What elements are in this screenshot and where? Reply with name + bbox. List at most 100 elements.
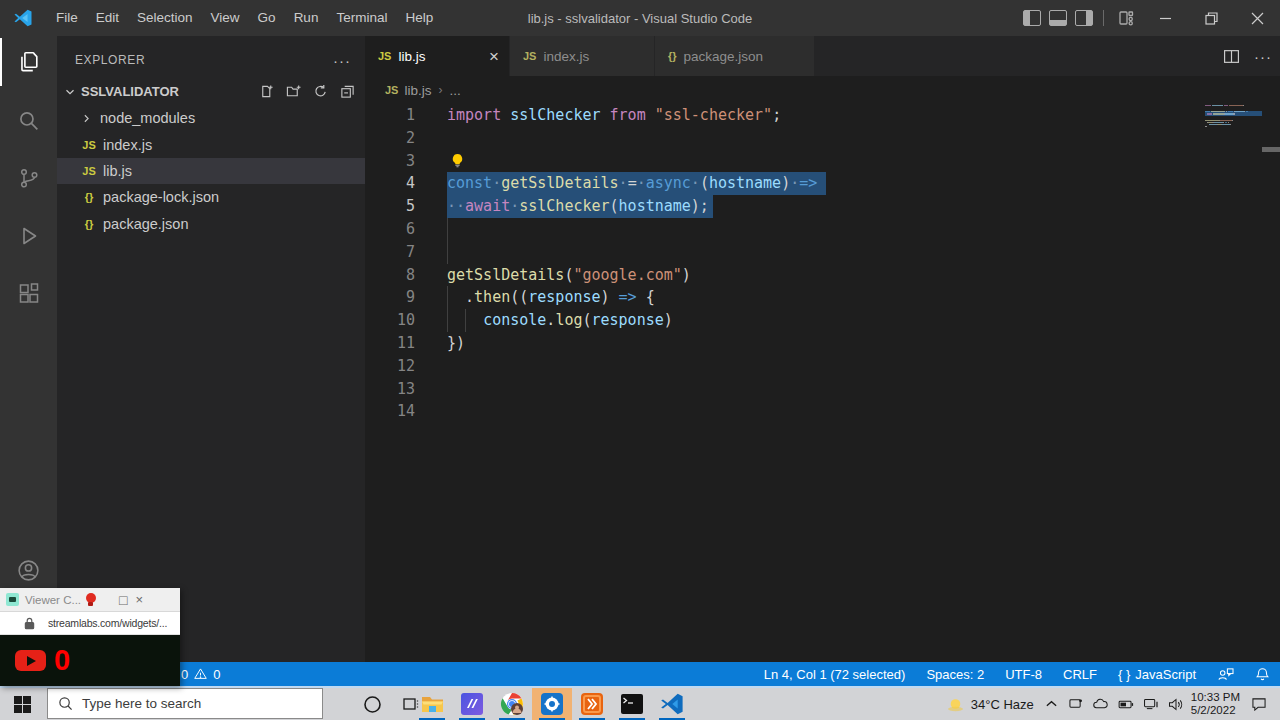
code-line-5: ··await·sslChecker(hostname); [447, 195, 709, 218]
battery-icon[interactable] [1118, 699, 1134, 710]
eol-sequence[interactable]: CRLF [1063, 667, 1097, 682]
menu-run[interactable]: Run [285, 0, 328, 36]
explorer-panel-title: EXPLORER [75, 53, 145, 67]
scrollbar-thumb[interactable] [1262, 147, 1280, 152]
file-tree-item-index.js[interactable]: JSindex.js [57, 131, 365, 157]
explorer-section-header[interactable]: SSLVALIDATOR [57, 78, 365, 105]
taskbar-app-xampp[interactable] [572, 688, 612, 720]
indent-guide [447, 286, 448, 332]
taskbar-app-chrome[interactable] [492, 688, 532, 720]
editor-more-actions-icon[interactable]: ··· [1254, 48, 1272, 65]
weather-text[interactable]: 34°C Haze [971, 697, 1034, 712]
breadcrumb[interactable]: JS lib.js › ... [365, 76, 1280, 104]
token: response [592, 311, 664, 329]
taskbar-app-file-explorer[interactable] [412, 688, 452, 720]
menu-go[interactable]: Go [249, 0, 285, 36]
tab-index.js[interactable]: JSindex.js [510, 36, 655, 76]
folder-label: node_modules [100, 110, 195, 126]
overlay-address-bar[interactable]: streamlabs.com/widgets/... [0, 612, 180, 635]
close-tab-icon[interactable]: × [475, 48, 499, 65]
toggle-secondary-sidebar-icon[interactable] [1075, 10, 1093, 26]
feedback-icon[interactable] [1217, 667, 1234, 682]
overlay-maximize-button[interactable]: □ [119, 592, 127, 608]
file-tree-item-package.json[interactable]: {}package.json [57, 211, 365, 237]
minimap-line [1224, 105, 1228, 106]
token: then [474, 288, 510, 306]
tab-lib.js[interactable]: JSlib.js× [365, 36, 510, 76]
errors-count[interactable]: 0 [181, 667, 188, 682]
split-editor-icon[interactable] [1223, 48, 1240, 65]
menu-bar: FileEditSelectionViewGoRunTerminalHelp [47, 0, 442, 36]
hidden-icons-chevron[interactable] [1045, 699, 1058, 709]
indent-guide [447, 218, 448, 264]
activity-source-control-icon[interactable] [0, 152, 57, 204]
minimap-line [1244, 111, 1245, 112]
overlay-title-bar[interactable]: Viewer C... □ × [0, 588, 180, 612]
refresh-icon[interactable] [313, 84, 328, 99]
activity-explorer-icon[interactable] [0, 36, 57, 88]
menu-file[interactable]: File [47, 0, 87, 36]
collapse-folders-icon[interactable] [340, 84, 355, 99]
code-line-11: }) [447, 332, 465, 355]
new-file-icon[interactable] [259, 84, 274, 99]
token: ) [664, 311, 673, 329]
taskbar-app-vscode[interactable] [652, 688, 692, 720]
cursor-position[interactable]: Ln 4, Col 1 (72 selected) [764, 667, 906, 682]
notifications-bell-icon[interactable] [1255, 667, 1270, 682]
activity-search-icon[interactable] [0, 94, 57, 146]
activity-run-debug-icon[interactable] [0, 210, 57, 262]
start-button[interactable] [14, 696, 31, 713]
action-center-icon[interactable] [1251, 697, 1267, 711]
line-number: 11 [365, 332, 415, 355]
js-file-icon: JS [80, 165, 98, 177]
activity-extensions-icon[interactable] [0, 268, 57, 320]
breadcrumb-more[interactable]: ... [449, 83, 460, 98]
taskbar-search-input[interactable]: Type here to search [47, 688, 323, 719]
customize-layout-icon[interactable] [1118, 10, 1134, 26]
device-icon[interactable] [1068, 698, 1083, 711]
code-editor[interactable]: 1234567891011121314 import sslChecker fr… [365, 104, 1280, 662]
js-file-icon: JS [80, 139, 98, 151]
indentation[interactable]: Spaces: 2 [926, 667, 984, 682]
onedrive-cloud-icon[interactable] [1092, 698, 1109, 710]
menu-help[interactable]: Help [396, 0, 442, 36]
minimap-line [1243, 105, 1244, 106]
new-folder-icon[interactable] [286, 84, 301, 99]
volume-icon[interactable] [1168, 698, 1184, 711]
menu-terminal[interactable]: Terminal [327, 0, 396, 36]
tab-package.json[interactable]: {}package.json [655, 36, 815, 76]
overlay-url[interactable]: streamlabs.com/widgets/... [48, 617, 167, 629]
breadcrumb-file[interactable]: lib.js [404, 83, 431, 98]
lightbulb-icon[interactable] [449, 153, 466, 170]
weather-icon[interactable] [946, 697, 965, 712]
clock-time[interactable]: 10:33 PM [1191, 691, 1240, 704]
overlay-window-title: Viewer C... [25, 594, 81, 606]
taskbar-app-streamlabs-obs[interactable] [532, 688, 572, 720]
token: from [610, 106, 646, 124]
overlay-close-button[interactable]: × [136, 592, 144, 607]
menu-selection[interactable]: Selection [128, 0, 202, 36]
file-tree-item-package-lock.json[interactable]: {}package-lock.json [57, 184, 365, 210]
toggle-panel-icon[interactable] [1049, 10, 1067, 26]
menu-edit[interactable]: Edit [87, 0, 128, 36]
network-icon[interactable] [1143, 698, 1159, 710]
file-tree-item-node_modules[interactable]: node_modules [57, 105, 365, 131]
clock-date[interactable]: 5/2/2022 [1191, 704, 1240, 717]
cortana-button[interactable] [352, 688, 392, 720]
language-mode[interactable]: { }JavaScript [1118, 667, 1196, 682]
warnings-icon[interactable] [193, 667, 208, 681]
youtube-icon [15, 650, 46, 671]
explorer-more-icon[interactable]: ··· [333, 52, 351, 69]
encoding[interactable]: UTF-8 [1005, 667, 1042, 682]
toggle-sidebar-icon[interactable] [1023, 10, 1041, 26]
token [646, 106, 655, 124]
menu-view[interactable]: View [202, 0, 249, 36]
warnings-count[interactable]: 0 [213, 667, 220, 682]
taskbar-app-mail-app[interactable] [452, 688, 492, 720]
file-tree-item-lib.js[interactable]: JSlib.js [57, 158, 365, 184]
minimize-button[interactable] [1142, 0, 1188, 36]
code-line-9: .then((response) => { [447, 286, 655, 309]
close-button[interactable] [1234, 0, 1280, 36]
restore-button[interactable] [1188, 0, 1234, 36]
taskbar-app-command-prompt[interactable] [612, 688, 652, 720]
